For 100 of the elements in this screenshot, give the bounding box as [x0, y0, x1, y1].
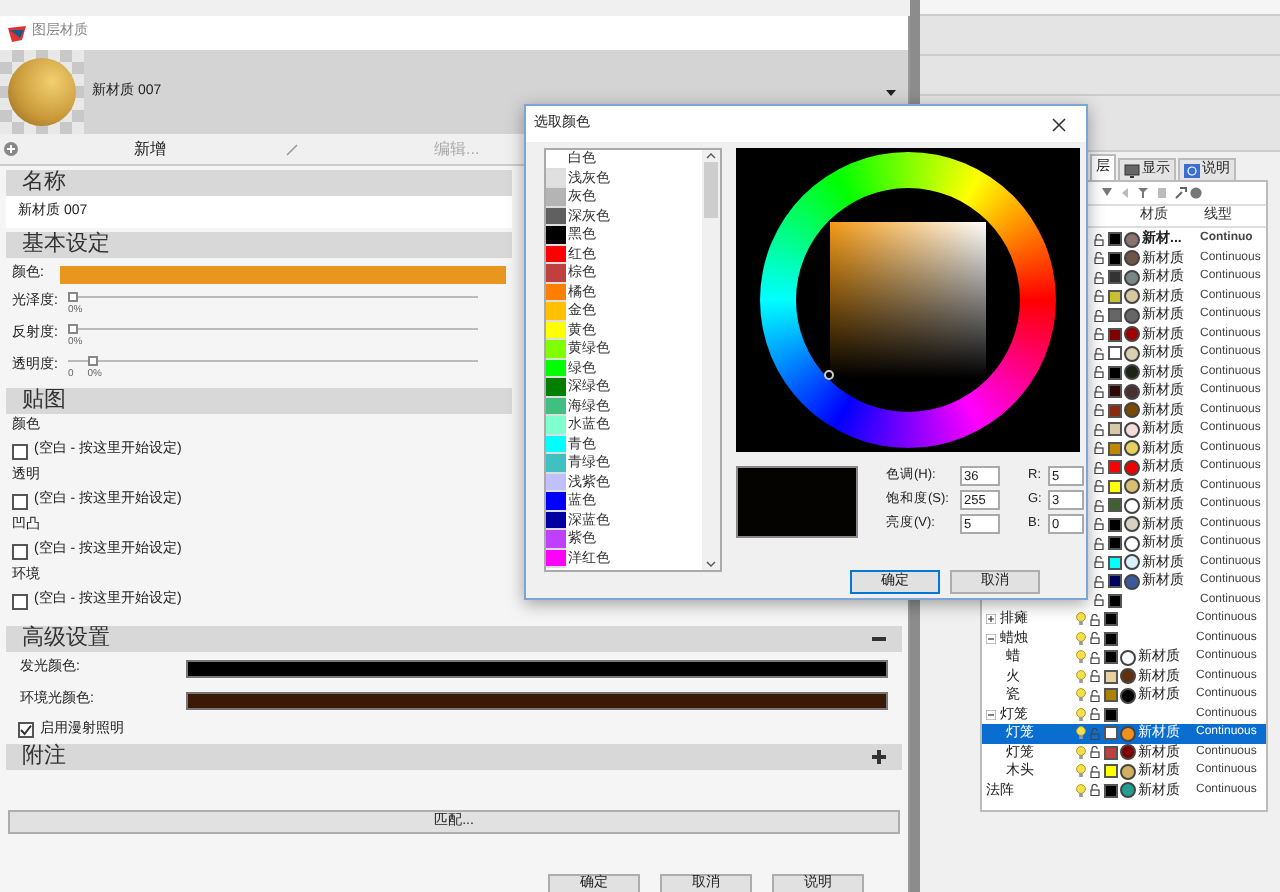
checkbox[interactable] [12, 543, 28, 559]
unlocked-icon[interactable] [1094, 271, 1104, 284]
dropdown-arrow-icon[interactable] [886, 89, 896, 95]
layer-color-square[interactable] [1108, 479, 1122, 494]
unlocked-icon[interactable] [1094, 252, 1104, 265]
layer-color-square[interactable] [1108, 460, 1122, 475]
layer-color-square[interactable] [1108, 403, 1122, 418]
unlocked-icon[interactable] [1094, 575, 1104, 588]
layer-color-square[interactable] [1108, 574, 1122, 589]
layer-color-square[interactable] [1108, 270, 1122, 285]
layer-color-square[interactable] [1104, 631, 1118, 646]
unlocked-icon[interactable] [1094, 499, 1104, 512]
new-button[interactable]: 新增 [134, 137, 166, 161]
unlocked-icon[interactable] [1094, 461, 1104, 474]
unlocked-icon[interactable] [1094, 290, 1104, 303]
expand-icon[interactable] [986, 614, 996, 625]
layer-color-square[interactable] [1104, 726, 1118, 741]
unlocked-icon[interactable] [1090, 746, 1100, 759]
app-icon [8, 25, 26, 41]
unlocked-icon[interactable] [1094, 594, 1104, 607]
checkbox[interactable] [18, 722, 34, 738]
unlocked-icon[interactable] [1094, 518, 1104, 531]
color-wheel-drawing[interactable] [736, 148, 1080, 452]
section-title: 基本设定 [22, 232, 110, 258]
monitor-icon [1124, 163, 1140, 177]
section-title: 贴图 [22, 388, 66, 414]
layer-color-square[interactable] [1108, 441, 1122, 456]
unlocked-icon[interactable] [1094, 556, 1104, 569]
layer-color-square[interactable] [1108, 289, 1122, 304]
plus-circle-icon[interactable] [4, 142, 18, 156]
checkbox[interactable] [12, 593, 28, 609]
layer-color-square[interactable] [1108, 536, 1122, 551]
unlocked-icon[interactable] [1094, 309, 1104, 322]
unlocked-icon[interactable] [1090, 613, 1100, 626]
layer-color-square[interactable] [1108, 346, 1122, 361]
unlocked-icon[interactable] [1094, 366, 1104, 379]
collapse-icon[interactable] [986, 633, 996, 644]
layer-color-square[interactable] [1104, 745, 1118, 760]
toolbar-icons-drawing[interactable] [1102, 186, 1202, 200]
section-title: 附注 [22, 744, 66, 770]
layer-color-square[interactable] [1108, 517, 1122, 532]
section-header[interactable]: 基本设定 [6, 232, 512, 258]
unlocked-icon[interactable] [1090, 632, 1100, 645]
layer-color-square[interactable] [1104, 764, 1118, 779]
color-swatch[interactable] [60, 265, 506, 283]
layer-color-square[interactable] [1108, 251, 1122, 266]
layer-color-square[interactable] [1104, 783, 1118, 798]
unlocked-icon[interactable] [1090, 765, 1100, 778]
unlocked-icon[interactable] [1090, 651, 1100, 664]
layer-color-square[interactable] [1104, 707, 1118, 722]
layer-color-square[interactable] [1108, 232, 1122, 247]
slider-thumb[interactable] [68, 292, 78, 302]
section-header[interactable]: 名称 [6, 170, 512, 196]
unlocked-icon[interactable] [1090, 670, 1100, 683]
lightbulb-icon[interactable] [1076, 726, 1086, 741]
scroll-up-icon[interactable] [706, 150, 716, 162]
section-header[interactable]: 贴图 [6, 388, 512, 414]
unlocked-icon[interactable] [1094, 347, 1104, 360]
unlocked-icon[interactable] [1094, 233, 1104, 246]
layer-color-square[interactable] [1104, 650, 1118, 665]
color-swatch[interactable] [186, 691, 888, 709]
unlocked-icon[interactable] [1090, 689, 1100, 702]
unlocked-icon[interactable] [1094, 385, 1104, 398]
slider-thumb[interactable] [87, 356, 98, 366]
scroll-thumb[interactable] [704, 162, 718, 218]
section-header[interactable]: 附注 [6, 744, 902, 770]
layer-color-square[interactable] [1104, 612, 1118, 627]
section-title: 名称 [22, 170, 66, 196]
layer-color-square[interactable] [1104, 669, 1118, 684]
layer-color-square[interactable] [1108, 308, 1122, 323]
unlocked-icon[interactable] [1094, 423, 1104, 436]
slider-track[interactable] [68, 324, 478, 334]
close-icon[interactable] [1052, 117, 1066, 131]
collapse-icon[interactable] [986, 709, 996, 720]
unlocked-icon[interactable] [1094, 442, 1104, 455]
unlocked-icon[interactable] [1090, 708, 1100, 721]
scroll-down-icon[interactable] [706, 558, 716, 570]
layer-color-square[interactable] [1108, 365, 1122, 380]
unlocked-icon[interactable] [1094, 404, 1104, 417]
minus-icon[interactable] [872, 632, 886, 646]
section-header[interactable]: 高级设置 [6, 626, 902, 652]
layer-color-square[interactable] [1108, 327, 1122, 342]
layer-color-square[interactable] [1108, 593, 1122, 608]
unlocked-icon[interactable] [1094, 480, 1104, 493]
slider-thumb[interactable] [68, 324, 78, 334]
layer-color-square[interactable] [1104, 688, 1118, 703]
unlocked-icon[interactable] [1094, 537, 1104, 550]
checkbox[interactable] [12, 443, 28, 459]
unlocked-icon[interactable] [1090, 784, 1100, 797]
color-swatch[interactable] [186, 659, 888, 677]
layer-color-square[interactable] [1108, 422, 1122, 437]
layer-color-square[interactable] [1108, 384, 1122, 399]
unlocked-icon[interactable] [1094, 328, 1104, 341]
layer-color-square[interactable] [1108, 498, 1122, 513]
color-preview [736, 466, 858, 538]
slider-track[interactable] [68, 292, 478, 302]
plus-icon[interactable] [872, 750, 886, 764]
layer-color-square[interactable] [1108, 555, 1122, 570]
scrollbar[interactable] [702, 150, 720, 570]
checkbox[interactable] [12, 493, 28, 509]
